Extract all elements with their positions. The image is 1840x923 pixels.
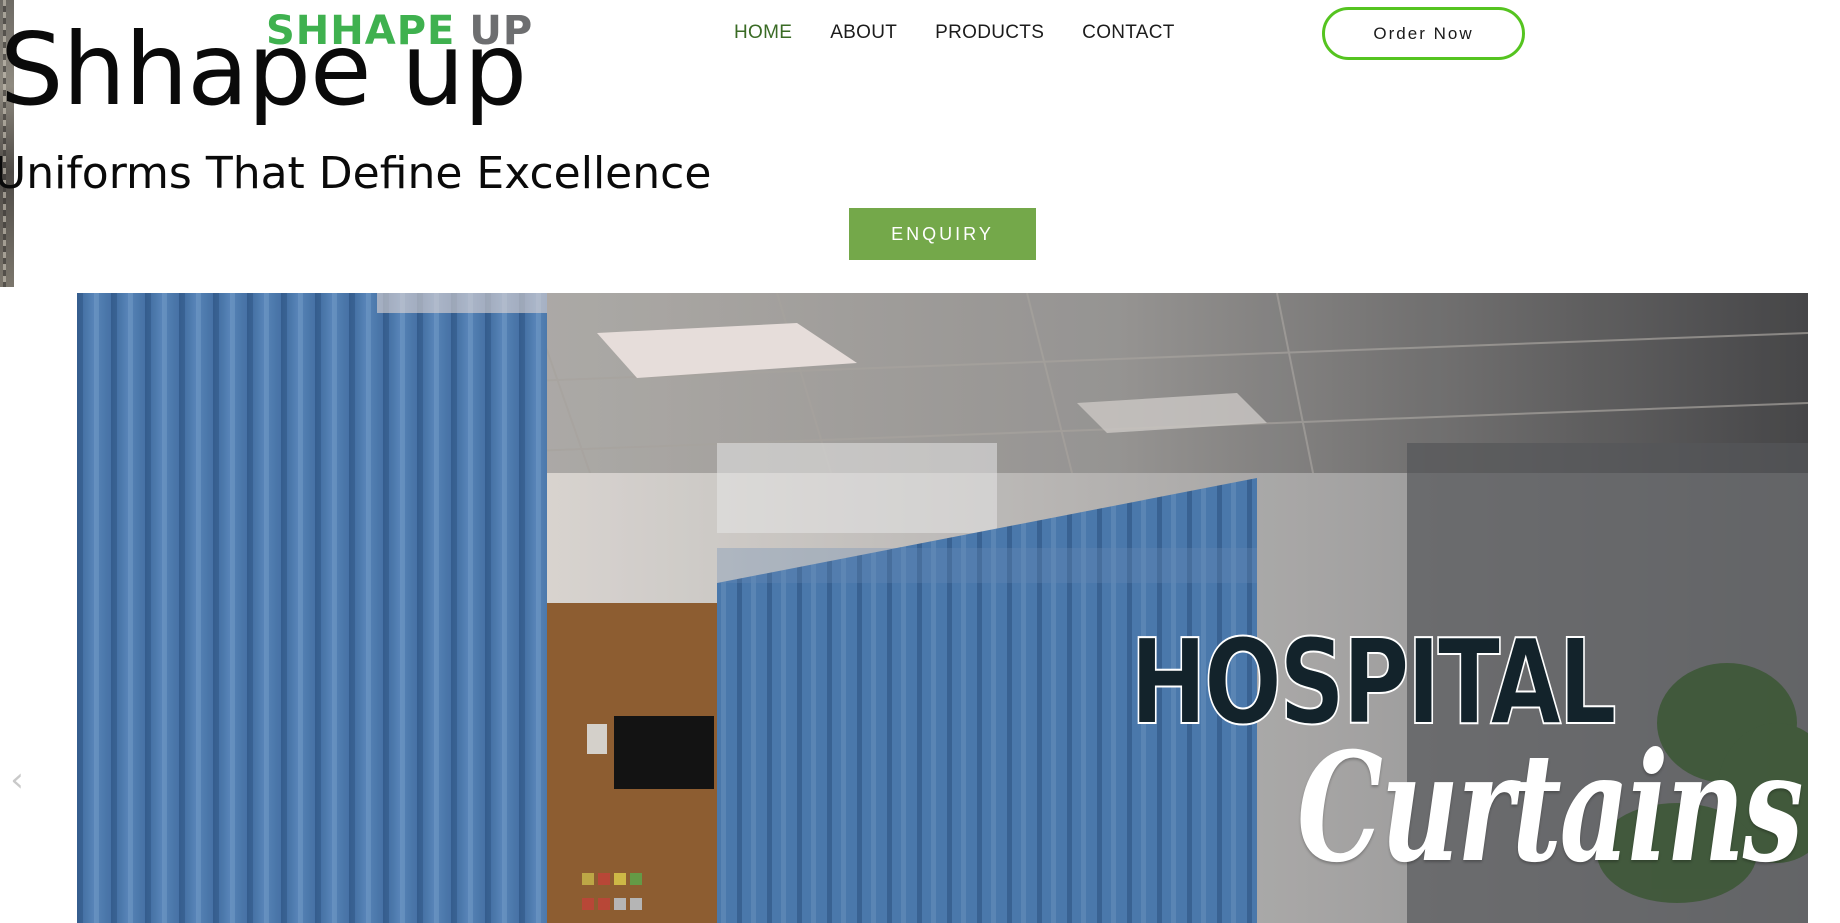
chevron-left-icon[interactable]: ‹ [6, 763, 28, 797]
main-nav: HOME ABOUT PRODUCTS CONTACT [734, 22, 1175, 44]
order-now-button[interactable]: Order Now [1322, 7, 1525, 60]
hero-title: Shhape up [0, 11, 527, 128]
hero-banner-slide: HOSPITAL Curtains [77, 293, 1808, 923]
nav-products[interactable]: PRODUCTS [935, 22, 1044, 44]
enquiry-button[interactable]: ENQUIRY [849, 208, 1036, 260]
hero-subtitle: Uniforms That Define Excellence [0, 148, 712, 199]
banner-subheading: Curtains [1297, 720, 1803, 896]
nav-home[interactable]: HOME [734, 22, 792, 44]
page: SHHAPE UP HOME ABOUT PRODUCTS CONTACT Or… [0, 0, 1840, 923]
nav-contact[interactable]: CONTACT [1082, 22, 1175, 44]
nav-about[interactable]: ABOUT [830, 22, 897, 44]
